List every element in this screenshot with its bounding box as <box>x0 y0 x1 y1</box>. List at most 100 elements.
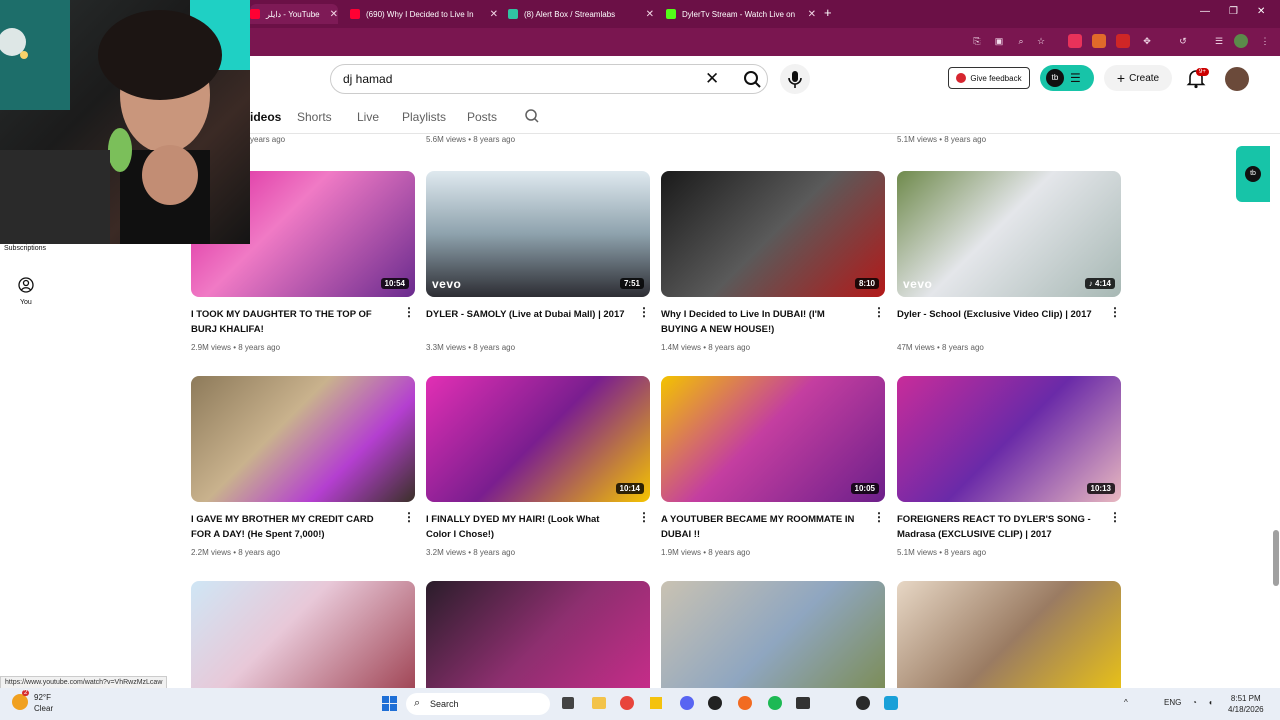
browser-tab-video[interactable]: (690) Why I Decided to Live In ✕ <box>350 4 498 24</box>
video-title[interactable]: I TOOK MY DAUGHTER TO THE TOP OF BURJ KH… <box>191 307 391 337</box>
app-icon[interactable] <box>884 696 898 710</box>
video-meta: years ago <box>250 135 286 144</box>
weather-widget[interactable]: 92°F Clear <box>34 692 53 714</box>
app-icon[interactable] <box>650 697 662 709</box>
video-title[interactable]: Dyler - School (Exclusive Video Clip) | … <box>897 307 1097 322</box>
file-explorer-icon[interactable] <box>592 697 606 709</box>
spotify-icon[interactable] <box>768 696 782 710</box>
app-icon[interactable] <box>738 696 752 710</box>
video-duration: 10:13 <box>1086 483 1115 494</box>
more-options-icon[interactable]: ⋮ <box>403 511 415 523</box>
maximize-button[interactable]: ❐ <box>1229 6 1238 17</box>
video-duration: 10:54 <box>380 278 409 289</box>
windows-start-icon[interactable] <box>382 696 398 712</box>
more-options-icon[interactable]: ⋮ <box>1109 306 1121 318</box>
video-thumbnail[interactable]: vevo 7:51 <box>426 171 650 297</box>
clear-search-icon[interactable]: ✕ <box>705 69 719 89</box>
video-title[interactable]: A YOUTUBER BECAME MY ROOMMATE IN DUBAI !… <box>661 512 861 542</box>
channel-search-icon[interactable] <box>524 108 540 124</box>
browser-tab-streamlabs[interactable]: (8) Alert Box / Streamlabs ✕ <box>508 4 654 24</box>
close-window-button[interactable]: ✕ <box>1257 6 1265 17</box>
video-meta: 5.1M views • 8 years ago <box>897 135 987 144</box>
video-duration: 10:14 <box>615 483 644 494</box>
account-avatar[interactable] <box>1225 67 1249 91</box>
side-panel-icon[interactable]: ☰ <box>1212 34 1226 48</box>
history-icon[interactable]: ↺ <box>1176 34 1190 48</box>
notifications-badge: 9+ <box>1196 68 1209 76</box>
extension-pill-button[interactable]: tb ☰ <box>1040 65 1094 91</box>
new-tab-button[interactable]: + <box>824 5 832 20</box>
extension-icon[interactable] <box>1068 34 1082 48</box>
close-tab-icon[interactable]: ✕ <box>808 9 816 20</box>
discord-icon[interactable] <box>680 696 694 710</box>
video-thumbnail[interactable] <box>191 376 415 502</box>
sidebar-item-you[interactable]: You <box>20 299 32 306</box>
microphone-icon[interactable] <box>780 64 810 94</box>
search-input[interactable]: dj hamad <box>343 72 392 86</box>
search-icon[interactable] <box>735 65 769 93</box>
sidebar-item-subscriptions[interactable]: Subscriptions <box>4 245 46 252</box>
extension-icon[interactable] <box>1092 34 1106 48</box>
profile-avatar-icon[interactable] <box>1234 34 1248 48</box>
more-options-icon[interactable]: ⋮ <box>403 306 415 318</box>
browser-tab-youtube[interactable]: دايلر - YouTube ✕ <box>250 4 338 24</box>
account-circle-icon[interactable] <box>18 277 34 293</box>
vevo-logo: vevo <box>903 277 933 291</box>
extension-side-tab[interactable]: tb <box>1236 146 1270 202</box>
more-options-icon[interactable]: ⋮ <box>1109 511 1121 523</box>
tab-live[interactable]: Live <box>357 110 379 124</box>
tab-playlists[interactable]: Playlists <box>402 110 446 124</box>
translate-icon[interactable]: ⎘ <box>970 34 984 48</box>
close-tab-icon[interactable]: ✕ <box>646 9 654 20</box>
obs-icon[interactable] <box>856 696 870 710</box>
video-title[interactable]: FOREIGNERS REACT TO DYLER'S SONG - Madra… <box>897 512 1097 542</box>
taskbar-clock[interactable]: 8:51 PM 4/18/2026 <box>1228 693 1264 715</box>
task-view-icon[interactable] <box>562 697 574 709</box>
video-title[interactable]: DYLER - SAMOLY (Live at Dubai Mall) | 20… <box>426 307 626 322</box>
volume-icon[interactable]: ◖ <box>1208 698 1213 707</box>
video-thumbnail[interactable]: 8:10 <box>661 171 885 297</box>
more-options-icon[interactable]: ⋮ <box>638 511 650 523</box>
extension-icon[interactable] <box>1116 34 1130 48</box>
vevo-logo: vevo <box>432 277 462 291</box>
youtube-favicon-icon <box>250 9 260 19</box>
bookmark-star-icon[interactable]: ☆ <box>1034 34 1048 48</box>
terminal-icon[interactable] <box>796 697 810 709</box>
page-scrollbar[interactable] <box>1272 58 1280 688</box>
more-options-icon[interactable]: ⋮ <box>873 306 885 318</box>
more-options-icon[interactable]: ⋮ <box>873 511 885 523</box>
browser-tab-kick[interactable]: DylerTv Stream - Watch Live on ✕ <box>666 4 816 24</box>
zoom-icon[interactable]: ⌕ <box>1014 34 1028 48</box>
tray-chevron-icon[interactable]: ^ <box>1124 698 1128 707</box>
video-title[interactable]: Why I Decided to Live In DUBAI! (I'M BUY… <box>661 307 861 337</box>
menu-kebab-icon[interactable]: ⋮ <box>1258 34 1272 48</box>
wifi-icon[interactable]: ◔ <box>1192 698 1197 707</box>
language-indicator[interactable]: ENG <box>1164 698 1181 707</box>
video-meta: 2.2M views • 8 years ago <box>191 548 281 557</box>
weather-moon-icon[interactable] <box>12 694 28 710</box>
extensions-puzzle-icon[interactable]: ✥ <box>1140 34 1154 48</box>
taskbar-search[interactable]: ⌕ Search <box>406 693 550 715</box>
video-title[interactable]: I GAVE MY BROTHER MY CREDIT CARD FOR A D… <box>191 512 391 542</box>
create-button[interactable]: + Create <box>1104 65 1172 91</box>
scrollbar-thumb[interactable] <box>1273 530 1279 586</box>
close-tab-icon[interactable]: ✕ <box>330 9 338 20</box>
media-player-icon[interactable] <box>708 696 722 710</box>
tab-posts[interactable]: Posts <box>467 110 497 124</box>
tab-shorts[interactable]: Shorts <box>297 110 332 124</box>
install-app-icon[interactable]: ▣ <box>992 34 1006 48</box>
close-tab-icon[interactable]: ✕ <box>490 9 498 20</box>
minimize-button[interactable]: — <box>1200 6 1210 17</box>
give-feedback-button[interactable]: Give feedback <box>948 67 1030 89</box>
tab-videos[interactable]: ideos <box>250 110 281 124</box>
video-thumbnail[interactable]: vevo ♪ 4:14 <box>897 171 1121 297</box>
video-meta: 5.1M views • 8 years ago <box>897 548 987 557</box>
streamlabs-favicon-icon <box>508 9 518 19</box>
video-thumbnail[interactable]: 10:05 <box>661 376 885 502</box>
video-title[interactable]: I FINALLY DYED MY HAIR! (Look What Color… <box>426 512 626 542</box>
chrome-icon[interactable] <box>620 696 634 710</box>
search-box[interactable]: dj hamad ✕ <box>330 64 768 94</box>
video-thumbnail[interactable]: 10:13 <box>897 376 1121 502</box>
more-options-icon[interactable]: ⋮ <box>638 306 650 318</box>
video-thumbnail[interactable]: 10:14 <box>426 376 650 502</box>
